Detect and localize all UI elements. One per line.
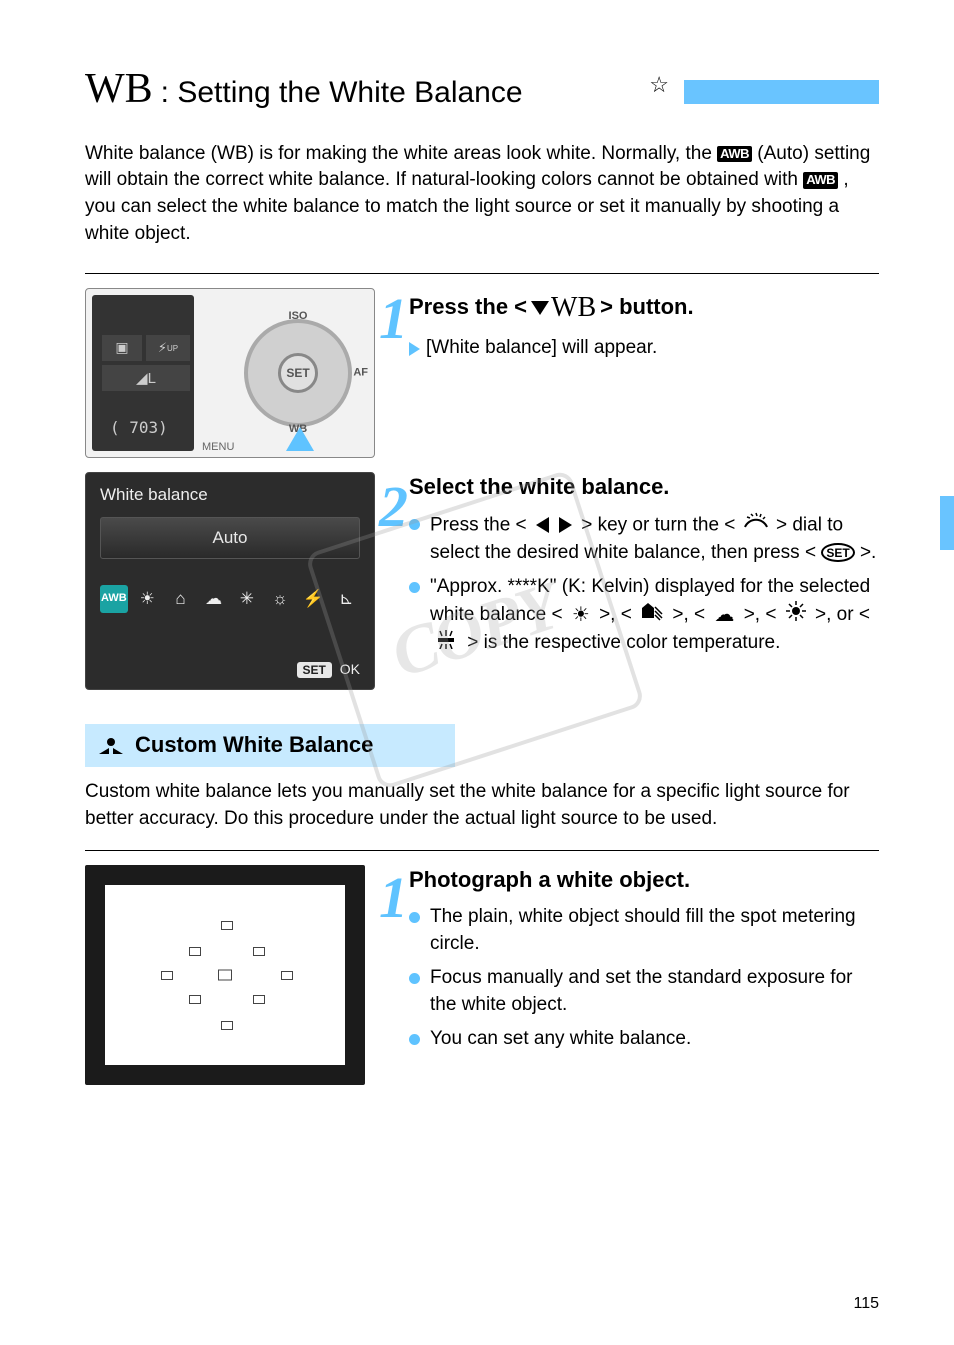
viewfinder-illustration — [85, 865, 365, 1085]
step1-heading: Press the < WB > button. — [409, 288, 879, 327]
divider — [85, 273, 879, 274]
wb-option-custom-icon: ⊾ — [333, 585, 360, 613]
step-number-1: 1 — [379, 278, 408, 359]
camera-back-illustration: ▣ ⚡︎UP ◢L ( 703) SET ISO AF WB MENU — [85, 288, 375, 458]
step1-post: > button. — [600, 292, 693, 323]
wb-option-fluorescent-icon: ☼ — [266, 585, 293, 613]
wb-option-shade-icon: ⌂ — [167, 585, 194, 613]
custom-head-text: Custom White Balance — [135, 730, 373, 761]
af-point-icon — [281, 971, 293, 980]
menu-label: MENU — [202, 440, 234, 455]
af-point-icon — [221, 1021, 233, 1030]
bullet-icon — [409, 1034, 420, 1045]
step1b-bullet2: Focus manually and set the standard expo… — [430, 965, 879, 1018]
intro-1a: White balance (WB) is for making the whi… — [85, 143, 717, 164]
af-point-icon — [221, 921, 233, 930]
custom-wb-heading: Custom White Balance — [85, 724, 455, 767]
title-wb-prefix: WB — [85, 60, 153, 119]
header-accent-bar — [684, 80, 879, 104]
lcd-chip-icon: ▣ — [102, 335, 142, 361]
custom-wb-paragraph: Custom white balance lets you manually s… — [85, 779, 879, 832]
wb-menu-screenshot: White balance Auto AWB ☀ ⌂ ☁ ✳ ☼ ⚡ ⊾ SET… — [85, 472, 375, 690]
page-title: WB : Setting the White Balance — [85, 60, 523, 119]
step-number-2: 2 — [379, 466, 408, 547]
tungsten-icon — [786, 601, 806, 629]
wb-option-tungsten-icon: ✳ — [233, 585, 260, 613]
result-caret-icon — [409, 342, 420, 356]
af-point-icon — [189, 995, 201, 1004]
page-number: 115 — [853, 1293, 879, 1315]
cloudy-icon: ☁ — [714, 601, 734, 629]
press-indicator-arrow-icon — [286, 427, 314, 451]
wb-current-mode: Auto — [100, 517, 360, 559]
wb-option-awb: AWB — [100, 585, 128, 613]
step2-bullet1: Press the < > key or turn the < > dial t… — [430, 511, 879, 566]
bullet-icon — [409, 973, 420, 984]
lcd-quality-icon: ◢L — [102, 365, 190, 391]
bullet-icon — [409, 582, 420, 593]
left-right-key-icon — [532, 514, 576, 535]
awb-icon: AWB — [803, 172, 838, 188]
star-icon: ☆ — [649, 70, 669, 101]
wb-option-daylight-icon: ☀ — [134, 585, 161, 613]
step1b-bullet3: You can set any white balance. — [430, 1026, 879, 1053]
step1b-heading: Photograph a white object. — [409, 865, 879, 896]
af-point-center-icon — [218, 970, 232, 981]
bullet-icon — [409, 912, 420, 923]
intro-paragraph: White balance (WB) is for making the whi… — [85, 141, 879, 247]
dpad-control: SET ISO AF WB — [238, 313, 358, 433]
set-pill: SET — [297, 662, 332, 678]
wb-screen-title: White balance — [100, 483, 360, 507]
divider — [85, 850, 879, 851]
wb-options-row: AWB ☀ ⌂ ☁ ✳ ☼ ⚡ ⊾ — [100, 585, 360, 613]
fluorescent-icon — [434, 629, 458, 657]
step1-pre: Press the < — [409, 292, 527, 323]
set-button-illustration: SET — [278, 353, 318, 393]
daylight-icon: ☀ — [572, 601, 590, 629]
down-wb-key-icon: WB — [531, 288, 596, 327]
shade-icon — [641, 601, 663, 629]
af-point-icon — [161, 971, 173, 980]
step1-text: [White balance] will appear. — [426, 335, 879, 362]
awb-icon: AWB — [717, 146, 752, 162]
step2-heading: Select the white balance. — [409, 472, 879, 503]
wb-option-cloudy-icon: ☁ — [200, 585, 227, 613]
step1-body: [White balance] will appear. — [409, 335, 879, 362]
set-button-icon: SET — [821, 543, 854, 562]
step1b-bullet1: The plain, white object should fill the … — [430, 904, 879, 957]
bullet-icon — [409, 519, 420, 530]
af-point-icon — [253, 947, 265, 956]
step2-bullet2: "Approx. ****K" (K: Kelvin) displayed fo… — [430, 574, 879, 657]
lcd-flash-icon: ⚡︎UP — [146, 335, 190, 361]
custom-wb-icon — [97, 736, 125, 756]
step-number-1b: 1 — [379, 857, 408, 938]
title-suffix: : Setting the White Balance — [161, 72, 523, 114]
title-row: WB : Setting the White Balance ☆ — [85, 60, 879, 119]
wb-option-flash-icon: ⚡ — [300, 585, 327, 613]
ok-label: OK — [340, 661, 360, 677]
lcd-panel: ▣ ⚡︎UP ◢L ( 703) — [92, 295, 194, 451]
af-point-icon — [189, 947, 201, 956]
iso-label: ISO — [289, 309, 308, 324]
set-ok-hint: SET OK — [297, 660, 360, 680]
af-point-icon — [253, 995, 265, 1004]
main-dial-icon — [741, 511, 771, 540]
shots-remaining: ( 703) — [110, 417, 168, 439]
af-label: AF — [353, 365, 368, 380]
